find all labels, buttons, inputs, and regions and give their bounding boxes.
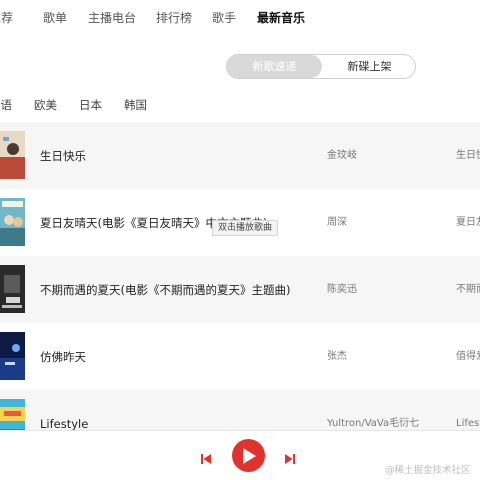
- song-artist[interactable]: 金玟岐: [327, 149, 357, 163]
- nav-tab-playlists[interactable]: 歌单: [43, 10, 67, 26]
- song-title: 仿佛昨天: [40, 350, 86, 364]
- nav-tab-radio[interactable]: 主播电台: [88, 10, 136, 26]
- region-filter-korea[interactable]: 韩国: [124, 97, 147, 113]
- song-row[interactable]: 生日快乐 金玟岐 生日快乐: [0, 122, 480, 189]
- album-cover-image: [0, 265, 25, 313]
- album-cover-image: [0, 198, 25, 246]
- song-row[interactable]: 不期而遇的夏天(电影《不期而遇的夏天》主题曲) 陈奕迅 不期而遇的夏天: [0, 256, 480, 323]
- song-row[interactable]: 仿佛昨天 张杰 值得爱: [0, 323, 480, 390]
- play-icon: [243, 448, 256, 464]
- nav-tab-charts[interactable]: 排行榜: [156, 10, 192, 26]
- play-button[interactable]: [232, 439, 265, 472]
- double-click-tooltip: 双击播放歌曲: [212, 220, 279, 236]
- nav-tab-recommend[interactable]: 推荐: [0, 10, 13, 26]
- region-filter-japan[interactable]: 日本: [79, 97, 102, 113]
- song-album[interactable]: 生日快乐: [456, 149, 480, 163]
- skip-back-icon[interactable]: [200, 450, 212, 469]
- nav-tab-artists[interactable]: 歌手: [212, 10, 236, 26]
- song-artist[interactable]: 陈奕迅: [327, 283, 357, 297]
- song-title: 生日快乐: [40, 149, 86, 163]
- top-navigation: 推荐 歌单 主播电台 排行榜 歌手 最新音乐: [0, 0, 480, 38]
- song-artist[interactable]: 张杰: [327, 350, 347, 364]
- watermark: @稀土掘金技术社区: [385, 465, 471, 476]
- song-title: 不期而遇的夏天(电影《不期而遇的夏天》主题曲): [40, 283, 291, 297]
- song-album[interactable]: 夏日友晴天: [456, 216, 480, 230]
- skip-forward-icon[interactable]: [284, 450, 296, 469]
- song-album[interactable]: Lifestyle: [456, 417, 480, 431]
- region-filter-western[interactable]: 欧美: [34, 97, 57, 113]
- song-album[interactable]: 值得爱: [456, 350, 480, 364]
- new-songs-button[interactable]: 新歌速递: [227, 55, 322, 78]
- nav-tab-new-music[interactable]: 最新音乐: [257, 10, 305, 26]
- song-artist[interactable]: Yultron/VaVa毛衍七: [327, 417, 419, 431]
- album-cover-image: [0, 131, 25, 179]
- song-artist[interactable]: 周深: [327, 216, 347, 230]
- region-filter-chinese[interactable]: 华语: [0, 97, 12, 113]
- new-songs-albums-toggle: 新歌速递 新碟上架: [226, 54, 416, 79]
- song-album[interactable]: 不期而遇的夏天: [456, 283, 480, 297]
- album-cover-image: [0, 332, 25, 380]
- new-albums-button[interactable]: 新碟上架: [322, 55, 415, 78]
